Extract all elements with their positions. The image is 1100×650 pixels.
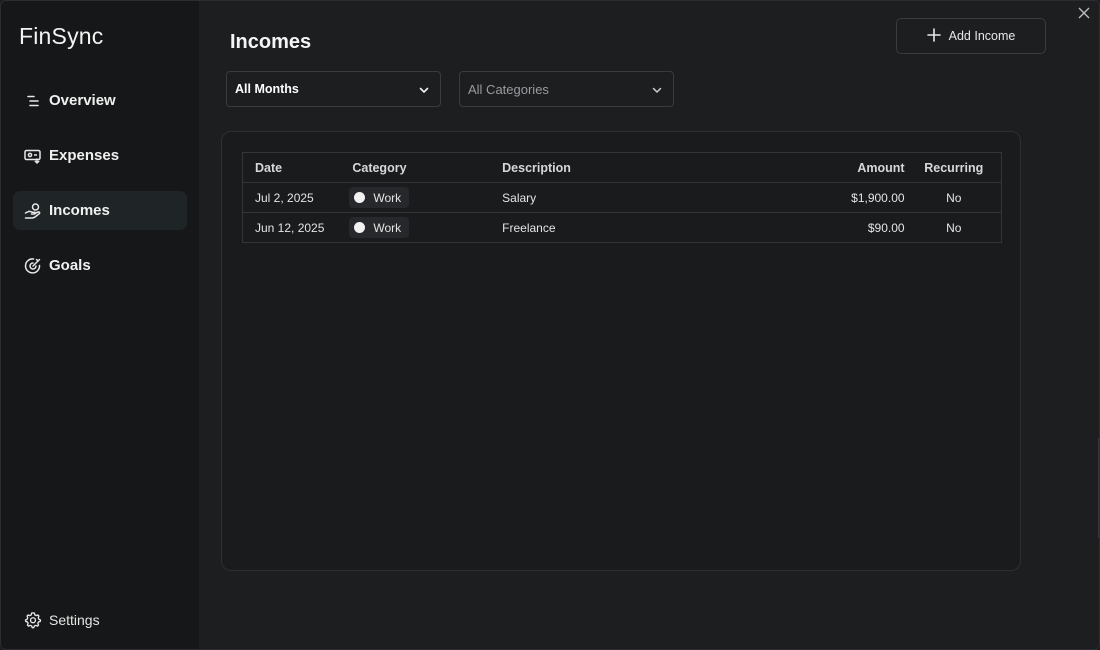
sidebar-item-incomes[interactable]: Incomes <box>13 191 187 230</box>
gear-icon <box>23 610 43 630</box>
wallet-icon <box>23 146 43 166</box>
category-chip-label: Work <box>373 220 402 235</box>
app-window: FinSync Overview Expenses Incomes Goals <box>0 0 1100 650</box>
cell-description: Salary <box>502 182 772 213</box>
sidebar-item-expenses[interactable]: Expenses <box>13 136 187 175</box>
category-chip-label: Work <box>373 190 402 205</box>
column-header-recurring[interactable]: Recurring <box>906 152 1002 183</box>
chevron-down-icon <box>651 83 663 95</box>
category-filter-select[interactable]: All Categories <box>459 71 674 107</box>
cell-date: Jun 12, 2025 <box>242 212 353 243</box>
sidebar-item-label: Expenses <box>49 147 120 164</box>
sidebar-item-settings[interactable]: Settings <box>13 602 187 638</box>
cell-date: Jul 2, 2025 <box>242 182 353 213</box>
chevron-down-icon <box>418 83 430 95</box>
incomes-panel: Date Category Description Amount Recurri… <box>221 131 1021 571</box>
list-icon <box>23 91 43 111</box>
column-header-date[interactable]: Date <box>242 152 353 183</box>
sidebar-item-label: Overview <box>49 92 116 109</box>
sidebar: FinSync Overview Expenses Incomes Goals <box>1 1 199 649</box>
cell-description: Freelance <box>502 212 772 243</box>
month-filter-select[interactable]: All Months <box>226 71 441 107</box>
incomes-table: Date Category Description Amount Recurri… <box>242 152 1002 243</box>
table-header-row: Date Category Description Amount Recurri… <box>242 152 1002 183</box>
category-dot-icon <box>354 222 366 233</box>
sidebar-item-goals[interactable]: Goals <box>13 246 187 285</box>
category-chip: Work <box>349 187 410 208</box>
cell-amount: $1,900.00 <box>771 182 907 213</box>
plus-icon <box>926 26 941 46</box>
target-icon <box>23 256 43 276</box>
close-icon <box>1078 6 1090 24</box>
hand-coin-icon <box>23 201 43 221</box>
cell-category: Work <box>349 212 503 243</box>
cell-category: Work <box>349 182 503 213</box>
sidebar-item-label: Incomes <box>49 202 110 219</box>
column-header-amount[interactable]: Amount <box>771 152 907 183</box>
page-title: Incomes <box>230 31 312 53</box>
category-filter-value: All Categories <box>468 81 549 97</box>
column-header-description[interactable]: Description <box>502 152 772 183</box>
category-dot-icon <box>354 192 366 203</box>
table-row[interactable]: Jun 12, 2025 Work Freelance $90.00 No <box>242 212 1002 243</box>
month-filter-value: All Months <box>235 82 299 96</box>
cell-recurring: No <box>906 212 1002 243</box>
add-income-button[interactable]: Add Income <box>896 18 1046 54</box>
close-window-button[interactable] <box>1075 6 1093 24</box>
table-row[interactable]: Jul 2, 2025 Work Salary $1,900.00 No <box>242 182 1002 213</box>
sidebar-item-label: Goals <box>49 257 91 274</box>
sidebar-item-label: Settings <box>49 612 100 628</box>
column-header-category[interactable]: Category <box>352 152 503 183</box>
cell-amount: $90.00 <box>771 212 907 243</box>
cell-recurring: No <box>906 182 1002 213</box>
app-brand: FinSync <box>19 23 104 49</box>
add-income-label: Add Income <box>948 29 1016 43</box>
category-chip: Work <box>349 217 410 238</box>
sidebar-item-overview[interactable]: Overview <box>13 81 187 120</box>
